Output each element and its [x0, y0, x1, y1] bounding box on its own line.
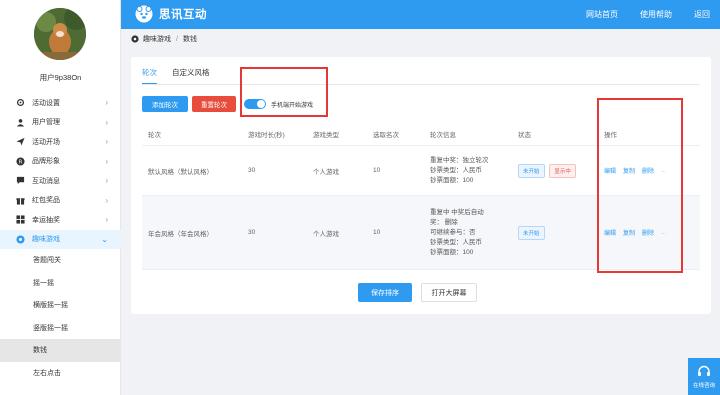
sidebar-subitem-count-money[interactable]: 数钱	[0, 339, 121, 362]
sidebar-item-label: 用户管理	[32, 119, 60, 127]
info-line: 钞票类型：人民币	[430, 166, 482, 174]
headset-icon	[698, 365, 710, 376]
username: 用户9p38On	[39, 73, 82, 82]
column-header: 游戏时长(秒)	[248, 132, 285, 139]
round-info: 重复中奖：独立轮次 钞票类型：人民币 钞票面额：100	[424, 156, 512, 186]
chevron-right-icon: ›	[105, 98, 108, 107]
sidebar: 用户9p38On 活动设置 › 用户管理 › 活动开场 › R 品牌形象 › 互…	[0, 0, 121, 395]
grid-icon	[16, 215, 25, 224]
column-header: 轮次信息	[430, 132, 456, 139]
svg-text:R: R	[19, 159, 23, 165]
breadcrumb-parent[interactable]: 趣味游戏	[143, 34, 171, 44]
sidebar-subitem-shake[interactable]: 摇一摇	[0, 272, 121, 295]
sidebar-item-label: 品牌形象	[32, 158, 60, 166]
game-icon	[131, 35, 139, 43]
chevron-right-icon: ›	[105, 215, 108, 224]
round-type: 个人游戏	[313, 230, 339, 238]
info-line: 重复中 中奖后自动	[430, 208, 484, 216]
column-header: 选取名次	[373, 132, 399, 139]
sidebar-subitem-horizontal-shake[interactable]: 横版摇一摇	[0, 294, 121, 317]
message-icon	[16, 176, 25, 185]
send-icon	[16, 137, 25, 146]
sidebar-item-label: 活动开场	[32, 138, 60, 146]
top-bar: 思讯互动 网站首页 使用帮助 返回	[121, 0, 720, 29]
chat-label: 在线咨询	[692, 382, 715, 389]
breadcrumb-separator: /	[176, 35, 178, 43]
brand-icon: R	[16, 157, 25, 166]
gear-icon	[16, 98, 25, 107]
column-header: 游戏类型	[313, 132, 339, 139]
brand-logo-icon	[135, 5, 153, 23]
column-header: 轮次	[148, 132, 161, 139]
sidebar-subitem-left-right-tap[interactable]: 左右点击	[0, 362, 121, 385]
user-icon	[16, 118, 25, 127]
status-badge: 未开始	[518, 163, 545, 178]
sidebar-subitem-quiz[interactable]: 答题闯关	[0, 249, 121, 272]
avatar[interactable]	[34, 8, 86, 60]
sidebar-item-user-management[interactable]: 用户管理 ›	[0, 113, 121, 133]
info-line: 重复中奖：独立轮次	[430, 156, 489, 164]
sidebar-item-label: 幸运抽奖	[32, 216, 60, 224]
round-type: 个人游戏	[313, 168, 339, 176]
help-link[interactable]: 使用帮助	[640, 9, 672, 20]
sidebar-item-lucky-draw[interactable]: 幸运抽奖 ›	[0, 210, 121, 230]
chevron-right-icon: ›	[105, 176, 108, 185]
brand-title: 思讯互动	[159, 9, 207, 21]
sidebar-item-activity-settings[interactable]: 活动设置 ›	[0, 93, 121, 113]
status-badge: 显示中	[549, 163, 576, 178]
sidebar-item-red-packet[interactable]: 红包奖品 ›	[0, 191, 121, 211]
sidebar-item-messages[interactable]: 互动消息 ›	[0, 171, 121, 191]
sidebar-item-activity-opening[interactable]: 活动开场 ›	[0, 132, 121, 152]
round-name: 默认风格（默认风格）	[148, 168, 213, 176]
sidebar-item-label: 趣味游戏	[32, 236, 60, 244]
round-duration: 30	[248, 167, 256, 174]
open-big-screen-button[interactable]: 打开大屏幕	[421, 283, 477, 302]
breadcrumb-current: 数钱	[182, 36, 197, 43]
highlight-box-toggle	[240, 67, 328, 117]
add-round-button[interactable]: 添加轮次	[142, 96, 188, 112]
tab-rounds[interactable]: 轮次	[142, 67, 157, 85]
round-status: 未开始 显示中	[512, 163, 598, 178]
chevron-right-icon: ›	[105, 195, 108, 205]
tab-custom-style[interactable]: 自定义风格	[172, 67, 210, 85]
back-link[interactable]: 返回	[694, 9, 710, 20]
save-order-button[interactable]: 保存排序	[358, 283, 412, 302]
sidebar-item-label: 活动设置	[32, 99, 60, 107]
round-info: 重复中 中奖后自动 奖： 删除 可继续参与：否 钞票类型：人民币 钞票面额：10…	[424, 208, 512, 258]
chevron-right-icon: ›	[105, 137, 108, 146]
online-consult-widget[interactable]: 在线咨询	[688, 358, 720, 395]
sidebar-item-brand[interactable]: R 品牌形象 ›	[0, 152, 121, 172]
gift-icon	[16, 196, 25, 205]
chevron-right-icon: ›	[105, 117, 108, 127]
info-line: 钞票类型：人民币	[430, 238, 482, 246]
sidebar-item-fun-games[interactable]: 趣味游戏 ⌄	[0, 229, 121, 249]
sidebar-item-label: 红包奖品	[32, 197, 60, 205]
tab-bar: 轮次 自定义风格	[142, 67, 210, 85]
highlight-box-actions	[597, 98, 683, 273]
info-line: 钞票面额：100	[430, 248, 474, 256]
round-rank: 10	[373, 229, 381, 236]
game-icon	[16, 235, 25, 244]
info-line: 钞票面额：100	[430, 176, 474, 184]
brand[interactable]: 思讯互动	[135, 5, 207, 23]
sidebar-menu: 活动设置 › 用户管理 › 活动开场 › R 品牌形象 › 互动消息 › 红包奖…	[0, 93, 121, 384]
info-line: 可继续参与：否	[430, 228, 476, 236]
home-link[interactable]: 网站首页	[586, 9, 618, 20]
round-rank: 10	[373, 167, 381, 174]
round-duration: 30	[248, 229, 256, 236]
tab-divider	[142, 84, 700, 85]
info-line: 奖： 删除	[430, 218, 458, 226]
sidebar-item-label: 互动消息	[32, 177, 60, 185]
chevron-right-icon: ›	[105, 156, 108, 166]
round-status: 未开始	[512, 225, 598, 240]
column-header: 状态	[518, 132, 531, 139]
breadcrumb: 趣味游戏 / 数钱	[131, 34, 197, 44]
status-badge: 未开始	[518, 225, 545, 240]
sidebar-subitem-vertical-shake[interactable]: 竖版摇一摇	[0, 317, 121, 340]
round-name: 年会风格（年会风格）	[148, 230, 213, 238]
top-links: 网站首页 使用帮助 返回	[586, 9, 710, 20]
reset-round-button[interactable]: 重置轮次	[192, 96, 236, 112]
chevron-down-icon: ⌄	[101, 234, 108, 244]
